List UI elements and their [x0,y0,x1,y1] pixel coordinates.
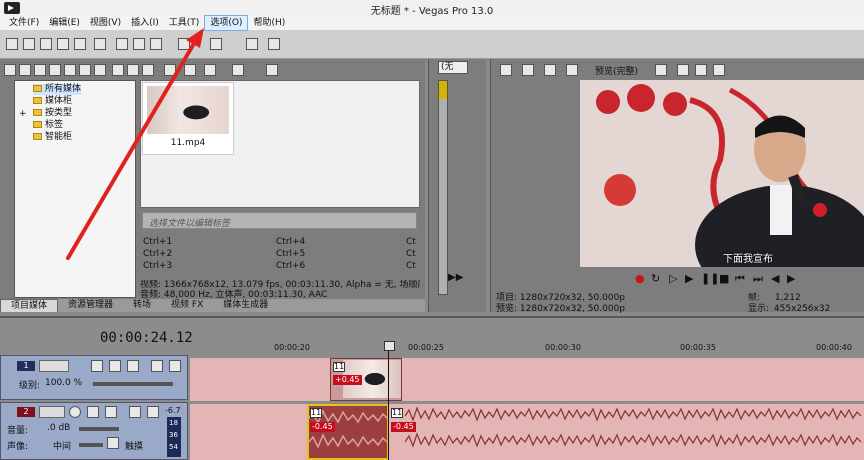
annotation-arrow [66,28,204,260]
annotation-arrow-head [186,28,204,48]
annotation-arrow-line [66,38,198,260]
